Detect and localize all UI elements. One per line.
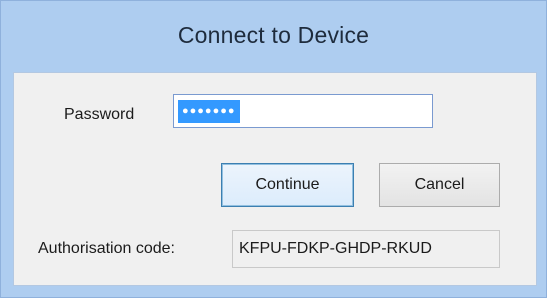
connect-dialog: Connect to Device Password ●●●●●●● Conti… [0, 0, 547, 298]
authorisation-code-field[interactable]: KFPU-FDKP-GHDP-RKUD [232, 230, 500, 268]
dialog-title: Connect to Device [177, 21, 370, 48]
password-label: Password [64, 106, 135, 123]
dialog-body: Password ●●●●●●● Continue Cancel Authori… [13, 72, 537, 286]
password-input[interactable]: ●●●●●●● [173, 94, 433, 128]
authorisation-code-label: Authorisation code: [38, 240, 175, 257]
continue-button[interactable]: Continue [221, 163, 354, 207]
cancel-button[interactable]: Cancel [379, 163, 500, 207]
dialog-titlebar[interactable]: Connect to Device [1, 1, 546, 73]
password-masked-value: ●●●●●●● [178, 100, 240, 123]
